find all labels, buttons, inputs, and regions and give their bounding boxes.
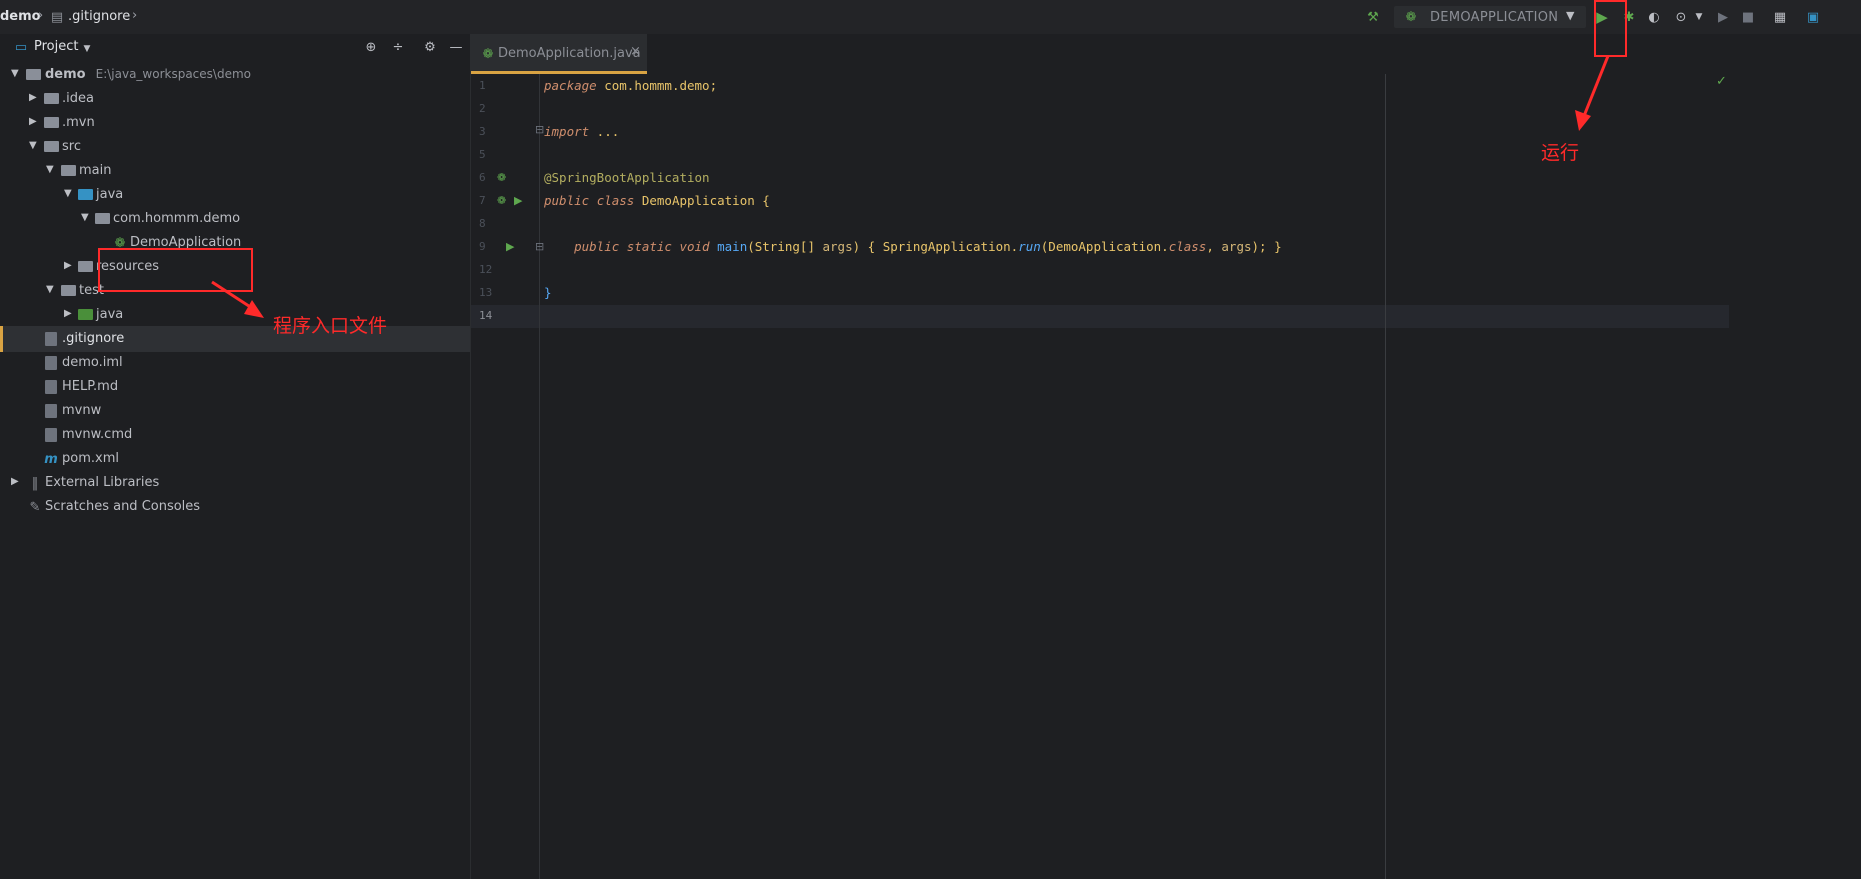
arrow-line-run (1582, 55, 1610, 117)
arrowhead-run (1575, 110, 1591, 131)
arrowhead-entry (244, 300, 264, 318)
highlight-box-run (1594, 0, 1627, 57)
arrow-line-entry (211, 280, 256, 312)
annotation-run: 运行 (1541, 142, 1580, 164)
annotation-arrows (211, 55, 1610, 318)
annotation-entry-file: 程序入口文件 (273, 315, 388, 337)
